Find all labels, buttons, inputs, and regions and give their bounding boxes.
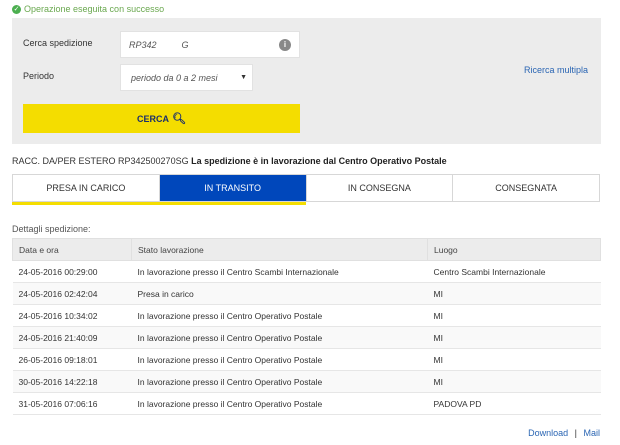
cell-place: PADOVA PD [427, 392, 601, 415]
cell-status: In lavorazione presso il Centro Operativ… [131, 326, 428, 349]
shipment-status-line: RACC. DA/PER ESTERO RP342500270SG La spe… [12, 156, 447, 166]
multi-search-link[interactable]: Ricerca multipla [524, 65, 588, 75]
period-label: Periodo [23, 71, 55, 81]
shipment-code: RACC. DA/PER ESTERO RP342500270SG [12, 156, 189, 166]
tracking-code-input[interactable]: RP342 G i [120, 31, 300, 58]
search-panel: Cerca spedizione RP342 G i Periodo perio… [12, 18, 601, 144]
step-in-consegna: IN CONSEGNA [306, 175, 454, 201]
shipment-steps: PRESA IN CARICO IN TRANSITO IN CONSEGNA … [12, 174, 600, 202]
cell-place: MI [427, 370, 601, 393]
check-circle-icon: ✓ [12, 4, 21, 14]
table-row: 30-05-2016 14:22:18 In lavorazione press… [12, 370, 601, 393]
header-status: Stato lavorazione [131, 238, 428, 261]
search-button-label: CERCA [137, 113, 170, 124]
mail-link[interactable]: Mail [583, 428, 600, 438]
search-button[interactable]: CERCA 🔍︎ [23, 104, 300, 133]
success-notice: ✓ Operazione eseguita con successo [12, 2, 164, 16]
track-label: Cerca spedizione [23, 38, 93, 48]
magnifier-icon: 🔍︎ [172, 113, 186, 125]
step-consegnata: CONSEGNATA [453, 175, 599, 201]
download-link[interactable]: Download [528, 428, 568, 438]
cell-date: 26-05-2016 09:18:01 [12, 348, 132, 371]
footer-links: Download | Mail [528, 428, 600, 438]
period-select-value: periodo da 0 a 2 mesi [131, 73, 218, 83]
table-row: 26-05-2016 09:18:01 In lavorazione press… [12, 348, 601, 371]
cell-place: MI [427, 348, 601, 371]
table-row: 24-05-2016 21:40:09 In lavorazione press… [12, 326, 601, 349]
step-progress-bar [12, 202, 306, 205]
cell-place: Centro Scambi Internazionale [427, 260, 601, 283]
cell-status: In lavorazione presso il Centro Operativ… [131, 348, 428, 371]
cell-date: 24-05-2016 00:29:00 [12, 260, 132, 283]
period-select[interactable]: periodo da 0 a 2 mesi ▼ [120, 64, 253, 91]
table-header-row: Data e ora Stato lavorazione Luogo [12, 238, 601, 261]
header-date: Data e ora [12, 238, 132, 261]
details-title: Dettagli spedizione: [12, 224, 91, 234]
cell-place: MI [427, 326, 601, 349]
step-presa-in-carico: PRESA IN CARICO [13, 175, 160, 201]
table-row: 31-05-2016 07:06:16 In lavorazione press… [12, 392, 601, 415]
table-row: 24-05-2016 02:42:04 Presa in carico MI [12, 282, 601, 305]
table-row: 24-05-2016 10:34:02 In lavorazione press… [12, 304, 601, 327]
info-icon[interactable]: i [279, 39, 291, 51]
header-place: Luogo [427, 238, 601, 261]
step-in-transito: IN TRANSITO [159, 175, 307, 201]
cell-place: MI [427, 282, 601, 305]
cell-date: 24-05-2016 21:40:09 [12, 326, 132, 349]
success-notice-text: Operazione eseguita con successo [24, 4, 165, 14]
table-row: 24-05-2016 00:29:00 In lavorazione press… [12, 260, 601, 283]
footer-separator: | [574, 428, 577, 438]
cell-status: In lavorazione presso il Centro Operativ… [131, 370, 428, 393]
cell-date: 24-05-2016 10:34:02 [12, 304, 132, 327]
shipment-status-message: La spedizione è in lavorazione dal Centr… [191, 156, 447, 166]
cell-date: 30-05-2016 14:22:18 [12, 370, 132, 393]
cell-date: 24-05-2016 02:42:04 [12, 282, 132, 305]
cell-place: MI [427, 304, 601, 327]
caret-down-icon: ▼ [240, 74, 247, 81]
cell-status: Presa in carico [131, 282, 428, 305]
cell-date: 31-05-2016 07:06:16 [12, 392, 132, 415]
cell-status: In lavorazione presso il Centro Operativ… [131, 304, 428, 327]
cell-status: In lavorazione presso il Centro Scambi I… [131, 260, 428, 283]
tracking-code-value: RP342 G [129, 40, 189, 50]
cell-status: In lavorazione presso il Centro Operativ… [131, 392, 428, 415]
details-table: Data e ora Stato lavorazione Luogo 24-05… [12, 238, 601, 415]
